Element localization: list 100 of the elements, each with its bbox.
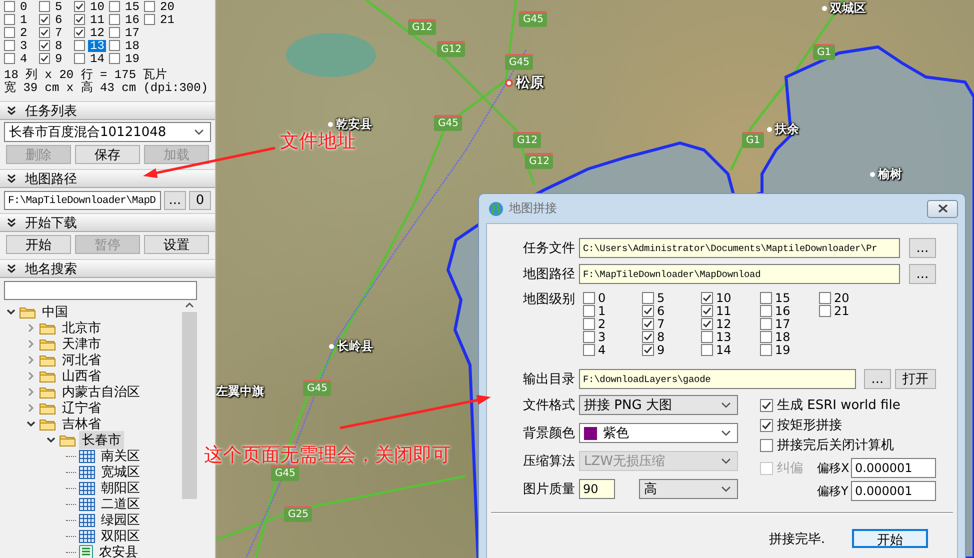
checkbox[interactable] <box>4 27 15 38</box>
tree-item[interactable]: 内蒙古自治区 <box>59 383 143 401</box>
section-header[interactable]: 地名搜索 <box>0 259 215 278</box>
checkbox[interactable] <box>4 40 15 51</box>
checkbox[interactable] <box>701 318 713 330</box>
checkbox[interactable] <box>583 292 595 304</box>
tree-item[interactable]: 农安县 <box>96 543 141 558</box>
checkbox[interactable] <box>760 344 772 356</box>
close-button[interactable] <box>927 200 958 218</box>
checkbox[interactable] <box>39 40 50 51</box>
checkbox[interactable] <box>760 330 772 342</box>
checkbox[interactable] <box>109 40 120 51</box>
checkbox[interactable] <box>74 27 85 38</box>
checkbox[interactable] <box>760 418 773 432</box>
checkbox[interactable] <box>4 53 15 64</box>
path-button[interactable]: ... <box>164 191 186 210</box>
checkbox[interactable] <box>819 292 831 304</box>
output-field[interactable]: F:\downloadLayers\gaode <box>579 369 856 389</box>
tree-item[interactable]: 天津市 <box>59 335 104 353</box>
checkbox[interactable] <box>760 292 772 304</box>
checkbox[interactable] <box>642 292 654 304</box>
checkbox[interactable] <box>642 304 654 316</box>
output-button[interactable]: ... <box>864 369 891 389</box>
path-field[interactable]: F:\MapTileDownloader\MapDownload <box>579 264 900 284</box>
action-button[interactable]: 设置 <box>144 235 209 254</box>
tree-item[interactable]: 吉林省 <box>59 415 104 433</box>
checkbox[interactable] <box>642 318 654 330</box>
checkbox[interactable] <box>74 14 85 25</box>
tree-item[interactable]: 辽宁省 <box>59 399 104 417</box>
offset-field[interactable]: 0.000001 <box>851 481 936 501</box>
tree-item[interactable]: 北京市 <box>59 319 104 337</box>
tree-item[interactable]: 宽城区 <box>98 463 143 481</box>
checkbox[interactable] <box>74 53 85 64</box>
checkbox[interactable] <box>74 1 85 12</box>
path-button[interactable]: 0 <box>189 191 211 210</box>
color-dropdown[interactable]: 紫色 <box>579 423 738 443</box>
checkbox[interactable] <box>642 344 654 356</box>
level-label: 0 <box>19 0 28 12</box>
section-header[interactable]: 任务列表 <box>0 101 215 120</box>
offset-field[interactable]: 0.000001 <box>851 458 936 478</box>
tree-item[interactable]: 中国 <box>39 303 71 321</box>
tree-item[interactable]: 二道区 <box>98 495 143 513</box>
checkbox[interactable] <box>819 304 831 316</box>
path-field[interactable]: C:\Users\Administrator\Documents\MaptileDownloader\Pr <box>579 238 900 258</box>
checkbox[interactable] <box>39 53 50 64</box>
tree-item[interactable]: 山西省 <box>59 367 104 385</box>
checkbox[interactable] <box>583 304 595 316</box>
map-path-field[interactable]: F:\MapTileDownloader\MapD <box>4 191 161 210</box>
checkbox[interactable] <box>39 1 50 12</box>
checkbox[interactable] <box>760 318 772 330</box>
checkbox[interactable] <box>144 1 155 12</box>
checkbox[interactable] <box>74 40 85 51</box>
tree-item[interactable]: 长春市 <box>79 431 124 449</box>
checkbox[interactable] <box>701 292 713 304</box>
checkbox[interactable] <box>701 330 713 342</box>
tree-item[interactable]: 双阳区 <box>98 527 143 545</box>
tree-item[interactable]: 绿园区 <box>98 511 143 529</box>
checkbox[interactable] <box>701 344 713 356</box>
grid-icon <box>79 530 95 542</box>
quality-field[interactable]: 90 <box>579 479 615 499</box>
checkbox[interactable] <box>760 398 773 412</box>
section-title: 地名搜索 <box>25 260 77 278</box>
browse-button[interactable]: ... <box>909 264 936 284</box>
checkbox[interactable] <box>144 14 155 25</box>
checkbox[interactable] <box>760 304 772 316</box>
checkbox[interactable] <box>4 14 15 25</box>
checkbox[interactable] <box>642 330 654 342</box>
field-label: 文件格式 <box>522 397 575 414</box>
tree-item[interactable]: 南关区 <box>98 447 143 465</box>
checkbox[interactable] <box>583 344 595 356</box>
level-label: 8 <box>657 330 665 342</box>
action-button[interactable]: 保存 <box>75 145 140 164</box>
checkbox[interactable] <box>109 27 120 38</box>
checkbox[interactable] <box>109 53 120 64</box>
format-dropdown[interactable]: 拼接 PNG 大图 <box>579 395 738 415</box>
checkbox[interactable] <box>583 330 595 342</box>
browse-button[interactable]: ... <box>909 238 936 258</box>
checkbox[interactable] <box>4 1 15 12</box>
search-field[interactable] <box>4 281 197 300</box>
task-dropdown[interactable]: 长春市百度混合10121048 <box>4 122 211 142</box>
checkbox[interactable] <box>109 1 120 12</box>
quality-dropdown[interactable]: 高 <box>639 479 738 499</box>
checkbox[interactable] <box>760 438 773 452</box>
tree-item[interactable]: 朝阳区 <box>98 479 143 497</box>
scroll-up-icon[interactable] <box>184 302 194 308</box>
checkbox[interactable] <box>583 318 595 330</box>
checkbox[interactable] <box>39 27 50 38</box>
scrollbar-thumb[interactable] <box>182 312 196 499</box>
action-button[interactable]: 开始 <box>6 235 71 254</box>
field-label: 地图级别 <box>522 291 575 308</box>
start-button[interactable]: 开始 <box>852 529 928 548</box>
tree-item[interactable]: 河北省 <box>59 351 104 369</box>
field-label: 压缩算法 <box>522 453 575 470</box>
checkbox[interactable] <box>109 14 120 25</box>
section-header[interactable]: 开始下载 <box>0 213 215 232</box>
section-header[interactable]: 地图路径 <box>0 169 215 188</box>
chevron-down-icon[interactable] <box>6 307 16 317</box>
checkbox[interactable] <box>701 304 713 316</box>
output-button[interactable]: 打开 <box>895 369 936 389</box>
checkbox[interactable] <box>39 14 50 25</box>
